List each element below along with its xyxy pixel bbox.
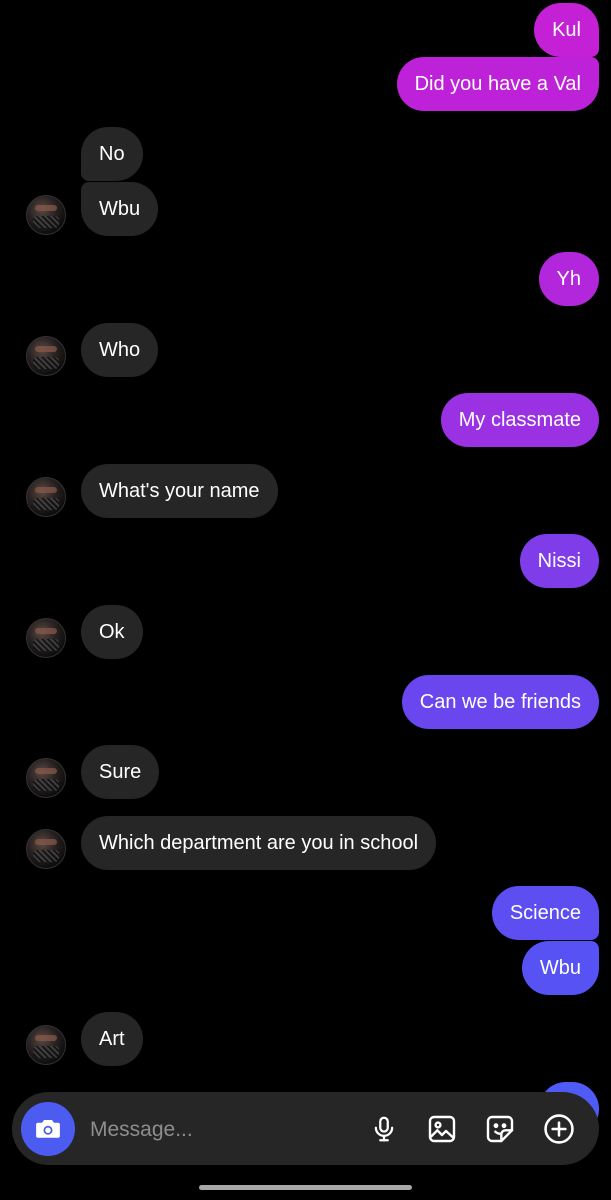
message-received[interactable]: Art xyxy=(81,1012,143,1066)
gallery-button[interactable] xyxy=(423,1110,461,1148)
camera-button[interactable] xyxy=(21,1102,75,1156)
sticker-icon xyxy=(486,1115,514,1143)
contact-avatar[interactable] xyxy=(26,1025,66,1065)
message-sent[interactable]: Can we be friends xyxy=(401,675,599,729)
contact-avatar[interactable] xyxy=(26,195,66,235)
message-sent[interactable]: Wbu xyxy=(521,941,599,995)
contact-avatar[interactable] xyxy=(26,477,66,517)
message-sent[interactable]: Nissi xyxy=(519,534,599,588)
contact-avatar[interactable] xyxy=(26,829,66,869)
message-input[interactable] xyxy=(88,1110,362,1150)
gallery-icon xyxy=(428,1115,456,1143)
contact-avatar[interactable] xyxy=(26,336,66,376)
sticker-button[interactable] xyxy=(481,1110,519,1148)
home-indicator[interactable] xyxy=(199,1185,412,1190)
more-button[interactable] xyxy=(540,1110,578,1148)
message-received[interactable]: Sure xyxy=(81,745,160,799)
message-sent[interactable]: Did you have a Val xyxy=(396,57,599,111)
camera-icon xyxy=(36,1120,60,1138)
plus-icon xyxy=(544,1114,574,1144)
contact-avatar[interactable] xyxy=(26,618,66,658)
message-received[interactable]: No xyxy=(81,127,143,181)
microphone-button[interactable] xyxy=(365,1110,403,1148)
message-received[interactable]: Ok xyxy=(81,605,143,659)
microphone-icon xyxy=(374,1116,394,1142)
contact-avatar[interactable] xyxy=(26,758,66,798)
message-sent[interactable]: My classmate xyxy=(440,393,599,447)
message-sent[interactable]: Science xyxy=(491,886,599,940)
message-received[interactable]: What's your name xyxy=(81,464,278,518)
message-sent[interactable]: Yh xyxy=(538,252,599,306)
message-received[interactable]: Who xyxy=(81,323,159,377)
message-received[interactable]: Wbu xyxy=(81,182,159,236)
message-received[interactable]: Which department are you in school xyxy=(81,816,437,870)
message-sent[interactable]: Kul xyxy=(534,3,599,57)
chat-thread: Kul Did you have a Val No Wbu Yh Who My … xyxy=(0,0,611,1200)
message-composer xyxy=(12,1092,599,1165)
